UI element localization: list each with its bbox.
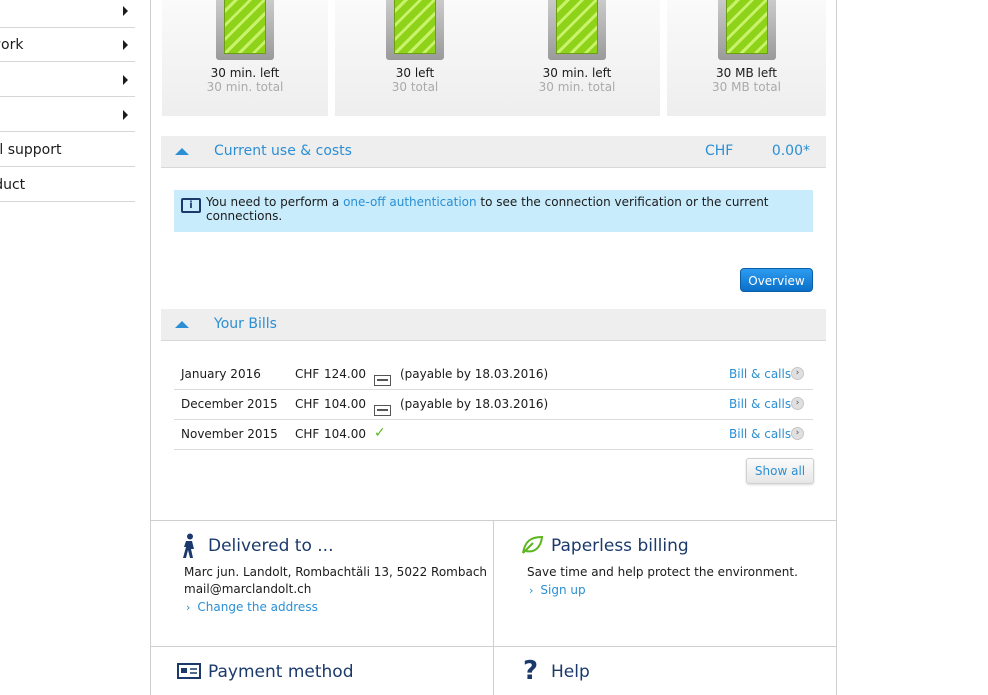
overview-button[interactable]: Overview: [740, 268, 813, 292]
bill-currency: CHF: [295, 397, 320, 411]
bill-month: December 2015: [181, 397, 278, 411]
bill-month: November 2015: [181, 427, 278, 441]
payment-slip-icon: [177, 663, 201, 679]
delivered-to-title: Delivered to ...: [208, 536, 334, 556]
battery-icon: [216, 0, 274, 60]
bill-calls-link[interactable]: Bill & calls: [729, 397, 791, 411]
tile-total: 30 MB total: [712, 80, 781, 94]
caret-right-icon: [123, 74, 128, 85]
bills-section-header[interactable]: Your Bills: [161, 309, 826, 341]
chevron-right-icon[interactable]: ›: [791, 397, 804, 410]
section-title: Current use & costs: [214, 143, 352, 159]
caret-right-icon: [123, 109, 128, 120]
help-title: Help: [551, 662, 590, 682]
usage-tile-sms: 30 left 30 total 30 min. left 30 min. to…: [335, 0, 660, 116]
bill-calls-link[interactable]: Bill & calls: [729, 427, 791, 441]
bill-calls-link[interactable]: Bill & calls: [729, 367, 791, 381]
authentication-link[interactable]: one-off authentication: [343, 195, 477, 209]
nav-item-4[interactable]: [0, 98, 135, 132]
change-address-link[interactable]: › Change the address: [186, 600, 318, 614]
bill-amount: 124.00: [324, 367, 366, 381]
bill-due-date: (payable by 18.03.2016): [400, 367, 549, 381]
nav-item-product[interactable]: Product: [0, 168, 135, 202]
usage-tile-data: 30 MB left 30 MB total: [667, 0, 826, 116]
nav-item-1[interactable]: [0, 0, 135, 28]
current-use-section-header[interactable]: Current use & costs CHF 0.00*: [161, 136, 826, 168]
bills-table: January 2016 CHF 124.00 (payable by 18.0…: [174, 360, 813, 450]
bill-currency: CHF: [295, 427, 320, 441]
main-panel: 30 min. left 30 min. total 30 left 30 to…: [150, 0, 837, 695]
person-walking-icon: [183, 533, 194, 558]
bill-due-date: (payable by 18.03.2016): [400, 397, 549, 411]
delivery-address: Marc jun. Landolt, Rombachtäli 13, 5022 …: [184, 565, 488, 579]
chevron-right-icon: ›: [529, 584, 534, 597]
delivery-email: mail@marclandolt.ch: [184, 582, 312, 596]
question-mark-icon: ?: [523, 656, 539, 686]
sign-up-link[interactable]: › Sign up: [529, 583, 586, 597]
table-row: December 2015 CHF 104.00 (payable by 18.…: [174, 390, 813, 420]
current-cost-amount: 0.00*: [771, 143, 810, 159]
caret-right-icon: [123, 39, 128, 50]
bill-currency: CHF: [295, 367, 320, 381]
table-row: January 2016 CHF 124.00 (payable by 18.0…: [174, 360, 813, 390]
nav-item-label: Product: [0, 176, 26, 193]
nav-item-label: Technical support: [0, 141, 62, 158]
battery-icon: [386, 0, 444, 60]
table-row: November 2015 CHF 104.00 ✓ Bill & calls …: [174, 420, 813, 450]
caret-right-icon: [123, 5, 128, 16]
nav-item-network[interactable]: Network: [0, 28, 135, 62]
nav-item-technical-support[interactable]: Technical support: [0, 133, 135, 167]
info-icon: i: [181, 198, 201, 213]
delivery-details: Marc jun. Landolt, Rombachtäli 13, 5022 …: [184, 564, 487, 598]
nav-item-label: Network: [0, 36, 24, 53]
tile-remaining: 30 min. left: [210, 66, 280, 80]
paperless-billing-title: Paperless billing: [551, 536, 689, 556]
tile-total: 30 min. total: [538, 80, 616, 94]
authentication-notice: i You need to perform a one-off authenti…: [174, 190, 813, 232]
leaf-icon: [522, 535, 543, 554]
collapse-icon: [175, 321, 189, 328]
tile-remaining: 30 MB left: [716, 66, 777, 80]
battery-icon: [717, 0, 776, 60]
chevron-right-icon[interactable]: ›: [791, 367, 804, 380]
chevron-right-icon[interactable]: ›: [791, 427, 804, 440]
nav-item-3[interactable]: [0, 63, 135, 97]
battery-icon: [548, 0, 606, 60]
divider: [493, 520, 494, 695]
tile-total: 30 total: [391, 80, 439, 94]
divider: [151, 646, 836, 647]
bill-month: January 2016: [181, 367, 261, 381]
notice-text: You need to perform a one-off authentica…: [206, 195, 769, 223]
payment-method-title: Payment method: [208, 662, 354, 682]
section-title: Your Bills: [214, 316, 277, 332]
check-icon: ✓: [374, 425, 386, 441]
bill-amount: 104.00: [324, 397, 366, 411]
collapse-icon: [175, 148, 189, 155]
show-all-button[interactable]: Show all: [746, 458, 814, 484]
bill-amount: 104.00: [324, 427, 366, 441]
chevron-right-icon: ›: [186, 601, 191, 614]
tile-total: 30 min. total: [206, 80, 284, 94]
usage-tile-calls: 30 min. left 30 min. total: [162, 0, 328, 116]
tile-remaining: 30 min. left: [542, 66, 612, 80]
paperless-description: Save time and help protect the environme…: [527, 565, 798, 579]
tile-remaining: 30 left: [395, 66, 435, 80]
currency-label: CHF: [705, 143, 734, 159]
